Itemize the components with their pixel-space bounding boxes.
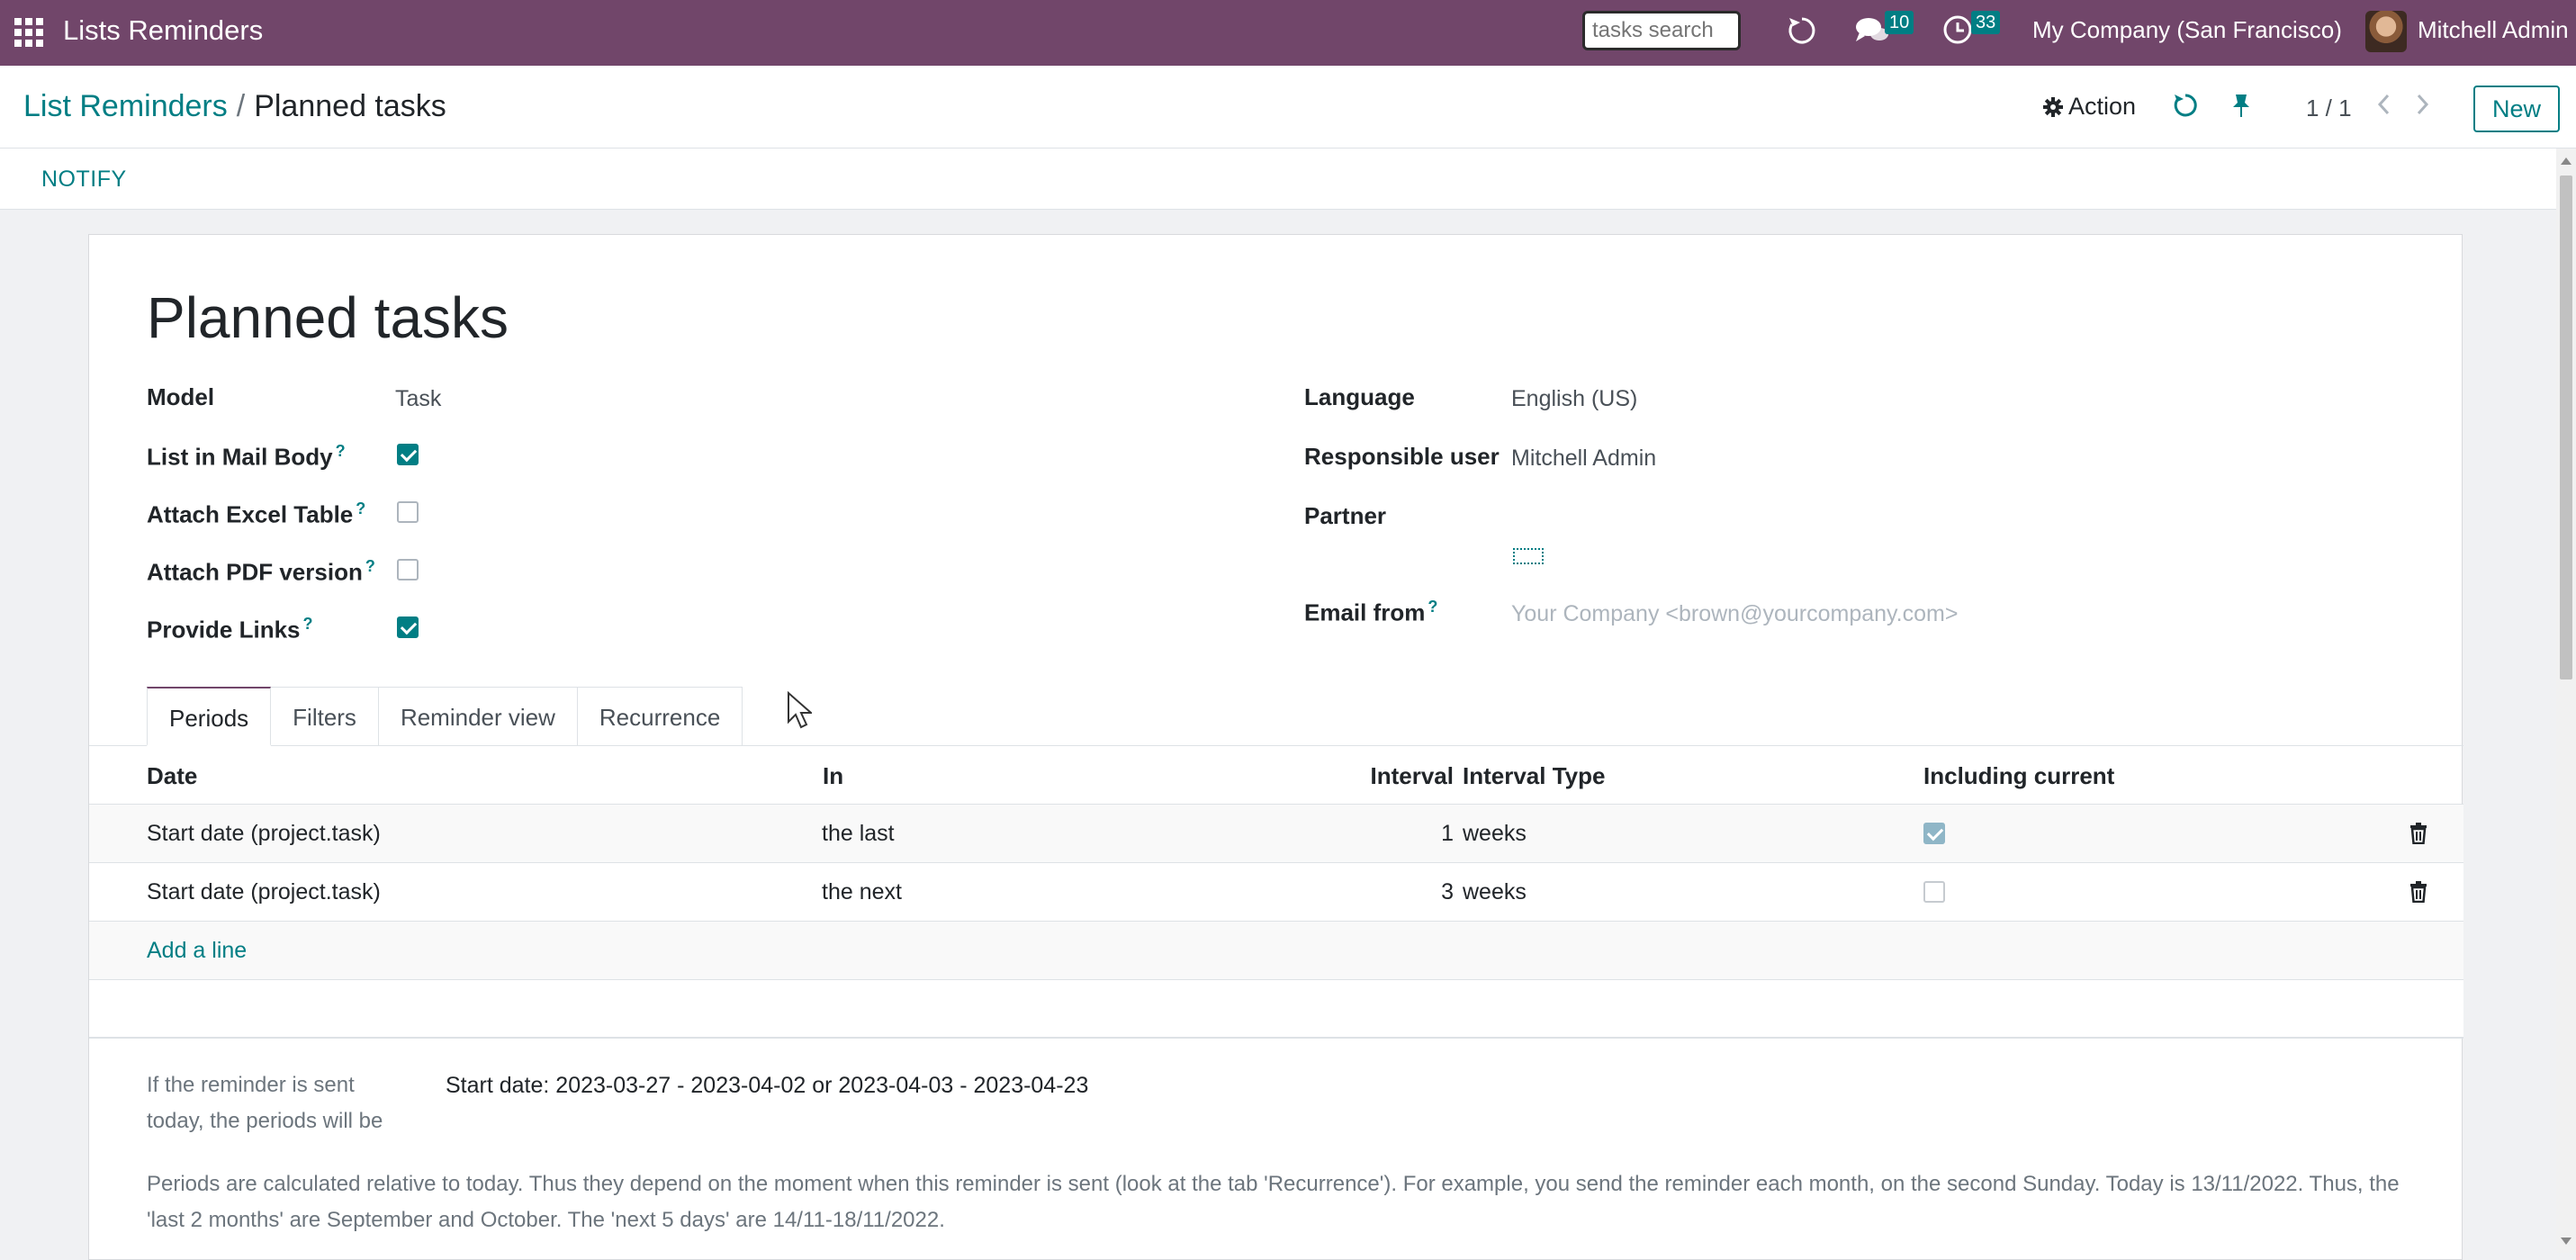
mouse-cursor-icon bbox=[787, 690, 814, 734]
column-header-interval-type[interactable]: Interval Type bbox=[1463, 762, 1605, 790]
breadcrumb-separator: / bbox=[236, 89, 246, 123]
row-interval-type[interactable]: weeks bbox=[1463, 879, 1527, 905]
new-button[interactable]: New bbox=[2473, 86, 2560, 132]
apps-grid-icon[interactable] bbox=[14, 18, 43, 47]
row-interval-type[interactable]: weeks bbox=[1463, 821, 1527, 847]
attach-excel-table-checkbox[interactable] bbox=[397, 501, 419, 523]
add-a-line-link[interactable]: Add a line bbox=[147, 938, 247, 964]
action-menu-button[interactable]: Action bbox=[2043, 93, 2136, 121]
refresh-icon[interactable] bbox=[1786, 14, 1818, 51]
row-interval[interactable]: 1 bbox=[1286, 821, 1454, 847]
control-panel: List Reminders / Planned tasks Action 1 / … bbox=[0, 66, 2576, 148]
provide-links-label: Provide Links? bbox=[147, 615, 313, 644]
pager-next-icon[interactable] bbox=[2414, 93, 2430, 122]
help-icon[interactable]: ? bbox=[1428, 598, 1437, 616]
column-header-in[interactable]: In bbox=[823, 762, 843, 790]
notify-button[interactable]: NOTIFY bbox=[41, 166, 127, 193]
row-including-current-checkbox[interactable] bbox=[1923, 881, 1945, 903]
row-interval[interactable]: 3 bbox=[1286, 879, 1454, 905]
sync-icon[interactable] bbox=[2173, 93, 2198, 124]
tab-recurrence[interactable]: Recurrence bbox=[576, 687, 743, 746]
breadcrumb: List Reminders / Planned tasks bbox=[23, 89, 446, 124]
partner-field[interactable] bbox=[1513, 548, 1544, 564]
language-label: Language bbox=[1304, 383, 1415, 410]
delete-row-trash-icon[interactable] bbox=[2409, 881, 2427, 907]
periods-preview-label: If the reminder is sent today, the perio… bbox=[147, 1073, 383, 1133]
page-scrollbar[interactable] bbox=[2556, 148, 2576, 1253]
record-title[interactable]: Planned tasks bbox=[147, 284, 509, 351]
user-avatar[interactable] bbox=[2365, 11, 2407, 52]
row-in[interactable]: the next bbox=[822, 879, 902, 905]
periods-preview-value: Start date: 2023-03-27 - 2023-04-02 or 2… bbox=[446, 1073, 1089, 1098]
table-header: Date In Interval Interval Type Including… bbox=[89, 746, 2463, 805]
list-in-mail-body-checkbox[interactable] bbox=[397, 444, 419, 465]
row-in[interactable]: the last bbox=[822, 821, 895, 847]
form-sheet: Planned tasks Model Task List in Mail Bo… bbox=[88, 234, 2463, 1260]
row-including-current-checkbox[interactable] bbox=[1923, 823, 1945, 844]
app-title[interactable]: Lists Reminders bbox=[63, 14, 263, 47]
breadcrumb-current: Planned tasks bbox=[254, 89, 446, 123]
row-date[interactable]: Start date (project.task) bbox=[147, 879, 381, 905]
language-value[interactable]: English (US) bbox=[1511, 386, 1637, 412]
notebook-tabs: Periods Filters Reminder view Recurrence bbox=[147, 687, 743, 746]
company-switcher[interactable]: My Company (San Francisco) bbox=[2032, 16, 2342, 44]
attach-pdf-version-label: Attach PDF version? bbox=[147, 557, 375, 586]
tab-filters[interactable]: Filters bbox=[270, 687, 379, 746]
gear-icon bbox=[2043, 93, 2068, 120]
model-label: Model bbox=[147, 383, 215, 410]
periods-help-note: Periods are calculated relative to today… bbox=[147, 1172, 2400, 1232]
attach-pdf-version-checkbox[interactable] bbox=[397, 559, 419, 580]
user-menu[interactable]: Mitchell Admin bbox=[2418, 16, 2569, 44]
table-row[interactable]: Start date (project.task) the next 3 wee… bbox=[89, 863, 2463, 922]
activities-clock-icon[interactable] bbox=[1942, 14, 1973, 50]
help-icon[interactable]: ? bbox=[365, 557, 375, 575]
pager[interactable]: 1 / 1 bbox=[2306, 94, 2352, 122]
help-icon[interactable]: ? bbox=[356, 500, 365, 518]
help-icon[interactable]: ? bbox=[303, 615, 313, 633]
row-date[interactable]: Start date (project.task) bbox=[147, 821, 381, 847]
pin-icon[interactable] bbox=[2230, 93, 2252, 124]
tab-periods[interactable]: Periods bbox=[147, 687, 272, 746]
scroll-thumb[interactable] bbox=[2560, 176, 2572, 680]
table-row[interactable]: Start date (project.task) the last 1 wee… bbox=[89, 805, 2463, 863]
top-navbar: Lists Reminders 10 33 My Company (San Fr… bbox=[0, 0, 2576, 66]
table-empty-row bbox=[89, 980, 2463, 1039]
help-icon[interactable]: ? bbox=[336, 442, 346, 460]
attach-excel-table-label: Attach Excel Table? bbox=[147, 500, 366, 528]
pager-previous-icon[interactable] bbox=[2376, 93, 2392, 122]
responsible-user-label: Responsible user bbox=[1304, 443, 1500, 470]
statusbar: NOTIFY bbox=[0, 148, 2556, 210]
partner-label: Partner bbox=[1304, 502, 1387, 529]
email-from-label: Email from? bbox=[1304, 598, 1438, 626]
breadcrumb-parent-link[interactable]: List Reminders bbox=[23, 89, 228, 123]
provide-links-checkbox[interactable] bbox=[397, 616, 419, 638]
messages-count-badge: 10 bbox=[1885, 11, 1914, 34]
model-value[interactable]: Task bbox=[395, 386, 441, 412]
tasks-search-input[interactable] bbox=[1582, 11, 1741, 50]
delete-row-trash-icon[interactable] bbox=[2409, 823, 2427, 849]
responsible-user-value[interactable]: Mitchell Admin bbox=[1511, 446, 1656, 472]
column-header-date[interactable]: Date bbox=[147, 762, 197, 790]
column-header-interval[interactable]: Interval bbox=[1286, 762, 1455, 790]
activities-count-badge: 33 bbox=[1971, 11, 2001, 34]
column-header-including-current[interactable]: Including current bbox=[1923, 762, 2114, 790]
scroll-up-arrow-icon[interactable] bbox=[2561, 158, 2571, 165]
add-line-row: Add a line bbox=[89, 922, 2463, 980]
list-in-mail-body-label: List in Mail Body? bbox=[147, 442, 346, 471]
tab-reminder-view[interactable]: Reminder view bbox=[377, 687, 578, 746]
action-label: Action bbox=[2068, 93, 2137, 120]
scroll-down-arrow-icon[interactable] bbox=[2561, 1238, 2571, 1245]
email-from-field[interactable]: Your Company <brown@yourcompany.com> bbox=[1511, 601, 1958, 627]
